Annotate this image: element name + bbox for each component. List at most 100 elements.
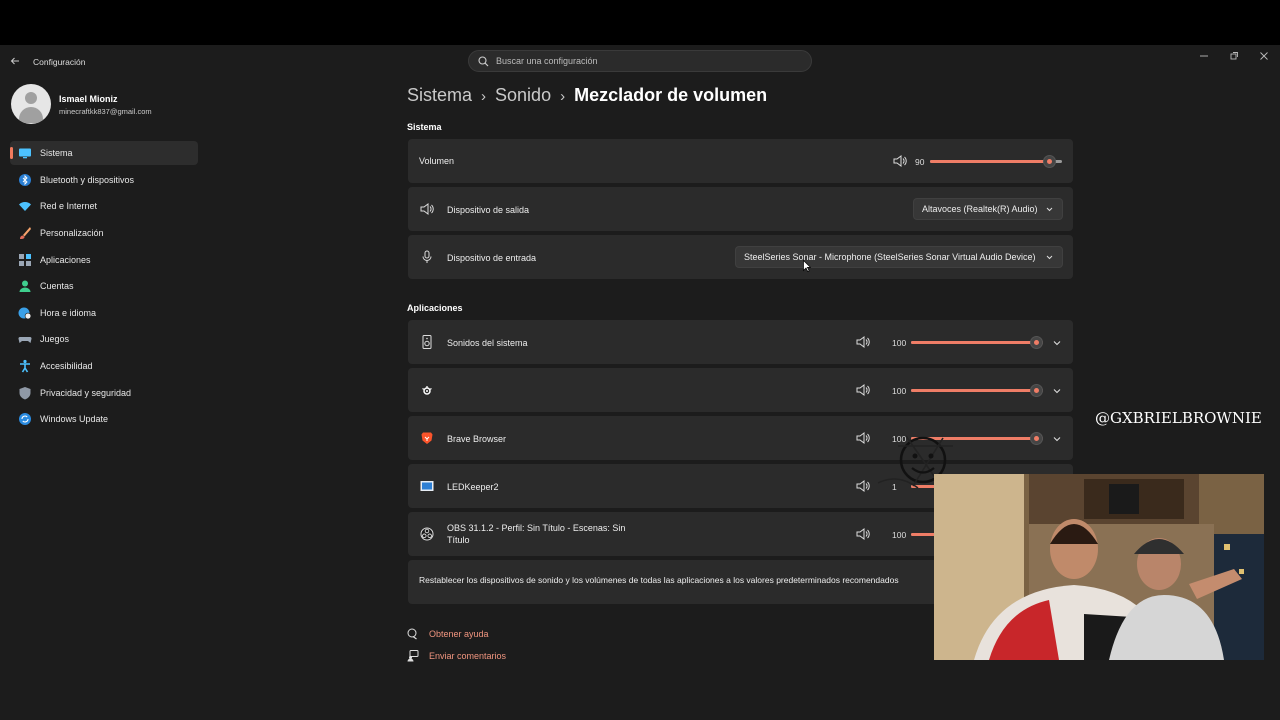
speaker-icon[interactable]: [856, 528, 870, 540]
globe-clock-icon: [18, 307, 32, 320]
output-device-label: Dispositivo de salida: [447, 205, 530, 215]
sidebar-item-juegos[interactable]: Juegos: [10, 327, 198, 351]
sidebar-item-label: Privacidad y seguridad: [40, 387, 132, 398]
sidebar-item-label: Personalización: [40, 227, 104, 238]
restore-icon[interactable]: [1228, 51, 1240, 63]
sidebar-item-sistema[interactable]: Sistema: [10, 141, 198, 165]
avatar[interactable]: [11, 84, 51, 124]
app-volume-value: 100: [892, 386, 907, 396]
chevron-down-icon: [1046, 255, 1053, 260]
update-icon: [19, 413, 31, 426]
cursor-icon: [803, 260, 811, 272]
master-volume-slider[interactable]: [930, 155, 1062, 168]
section-title-aplicaciones: Aplicaciones: [407, 303, 463, 313]
ledkeeper-icon: [420, 481, 434, 491]
sidebar-item-label: Hora e idioma: [40, 307, 97, 318]
app-name: OBS 31.1.2 - Perfil: Sin Título - Escena…: [447, 523, 626, 545]
speaker-device-icon: [422, 335, 432, 349]
chevron-down-icon: [1046, 207, 1053, 212]
obs-icon: [420, 527, 434, 541]
steelseries-icon: [422, 386, 432, 395]
profile-name: Ismael Mioniz: [59, 94, 118, 104]
volume-card: Volumen 90: [408, 139, 1073, 183]
sidebar-item-bluetooth[interactable]: Bluetooth y dispositivos: [10, 168, 198, 192]
section-title-sistema: Sistema: [407, 122, 442, 132]
search-box[interactable]: Buscar una configuración: [468, 50, 812, 72]
speaker-icon[interactable]: [856, 384, 870, 396]
microphone-icon: [422, 250, 432, 263]
app-name: Brave Browser: [447, 434, 507, 444]
feedback-link-label: Enviar comentarios: [429, 651, 507, 661]
output-device-selected: Altavoces (Realtek(R) Audio): [922, 204, 1038, 214]
shield-icon: [19, 386, 31, 400]
speaker-icon[interactable]: [893, 155, 907, 167]
sidebar-item-label: Cuentas: [40, 281, 74, 292]
app-volume-slider[interactable]: [911, 336, 1043, 349]
volume-label: Volumen: [419, 156, 455, 166]
sidebar-item-privacidad[interactable]: Privacidad y seguridad: [10, 381, 198, 405]
sidebar-item-label: Aplicaciones: [40, 254, 91, 265]
wifi-icon: [19, 202, 31, 212]
app-volume-value: 100: [892, 338, 907, 348]
letterbox-top: [0, 0, 1280, 45]
app-volume-slider[interactable]: [911, 384, 1043, 397]
gamepad-icon: [18, 337, 32, 344]
help-link-label: Obtener ayuda: [429, 629, 489, 639]
sidebar-item-red[interactable]: Red e Internet: [10, 194, 198, 218]
input-device-card: Dispositivo de entrada SteelSeries Sonar…: [408, 235, 1073, 279]
minimize-icon[interactable]: [1198, 51, 1210, 63]
sidebar-item-label: Red e Internet: [40, 201, 98, 212]
speaker-icon[interactable]: [856, 336, 870, 348]
app-name: LEDKeeper2: [447, 482, 499, 492]
account-icon: [19, 280, 31, 293]
speaker-icon: [420, 203, 434, 215]
volume-value: 90: [915, 157, 925, 167]
slider-thumb[interactable]: [1030, 336, 1043, 349]
breadcrumb: Sistema › Sonido › Mezclador de volumen: [407, 85, 768, 105]
output-device-dropdown[interactable]: Altavoces (Realtek(R) Audio): [913, 198, 1063, 220]
page-title: Mezclador de volumen: [574, 85, 768, 105]
slider-thumb[interactable]: [1030, 432, 1043, 445]
sidebar-item-label: Juegos: [40, 334, 70, 345]
chevron-down-icon[interactable]: [1052, 386, 1062, 396]
bluetooth-icon: [19, 173, 31, 186]
sidebar-item-label: Sistema: [40, 148, 73, 158]
brave-icon: [421, 432, 433, 444]
back-arrow-icon[interactable]: [10, 56, 22, 68]
close-icon[interactable]: [1258, 51, 1270, 63]
feedback-icon: [407, 650, 419, 662]
profile-email: minecraftkk837@gmail.com: [59, 107, 152, 116]
app-row: 100: [408, 368, 1073, 412]
help-icon: [407, 628, 417, 640]
sidebar-item-hora[interactable]: Hora e idioma: [10, 301, 198, 325]
slider-thumb[interactable]: [1030, 384, 1043, 397]
breadcrumb-sistema[interactable]: Sistema: [407, 85, 472, 105]
app-name: Sonidos del sistema: [447, 338, 528, 348]
breadcrumb-sonido[interactable]: Sonido: [495, 85, 551, 105]
streamer-handle: @GXBRIELBROWNIE: [1095, 409, 1262, 427]
sidebar-item-windows-update[interactable]: Windows Update: [10, 407, 198, 431]
app-row: Brave Browser 100: [408, 416, 1073, 460]
chevron-down-icon[interactable]: [1052, 338, 1062, 348]
app-title: Configuración: [33, 57, 86, 67]
monitor-icon: [19, 148, 31, 159]
sidebar-item-accesibilidad[interactable]: Accesibilidad: [10, 354, 198, 378]
input-device-dropdown[interactable]: SteelSeries Sonar - Microphone (SteelSer…: [735, 246, 1063, 268]
search-input[interactable]: Buscar una configuración: [496, 56, 598, 66]
reset-description: Restablecer los dispositivos de sonido y…: [419, 575, 899, 585]
apps-icon: [19, 253, 31, 266]
sidebar-item-personalizacion[interactable]: Personalización: [10, 221, 198, 245]
output-device-card: Dispositivo de salida Altavoces (Realtek…: [408, 187, 1073, 231]
slider-thumb[interactable]: [1043, 155, 1056, 168]
input-device-label: Dispositivo de entrada: [447, 253, 537, 263]
app-volume-value: 100: [892, 530, 907, 540]
input-device-selected: SteelSeries Sonar - Microphone (SteelSer…: [744, 252, 1036, 262]
chevron-down-icon[interactable]: [1052, 434, 1062, 444]
search-icon: [478, 56, 489, 67]
app-row: Sonidos del sistema 100: [408, 320, 1073, 364]
sidebar-item-label: Windows Update: [40, 414, 109, 425]
sidebar-item-cuentas[interactable]: Cuentas: [10, 274, 198, 298]
brush-icon: [20, 226, 31, 239]
sidebar-item-aplicaciones[interactable]: Aplicaciones: [10, 248, 198, 272]
accessibility-icon: [20, 360, 30, 373]
